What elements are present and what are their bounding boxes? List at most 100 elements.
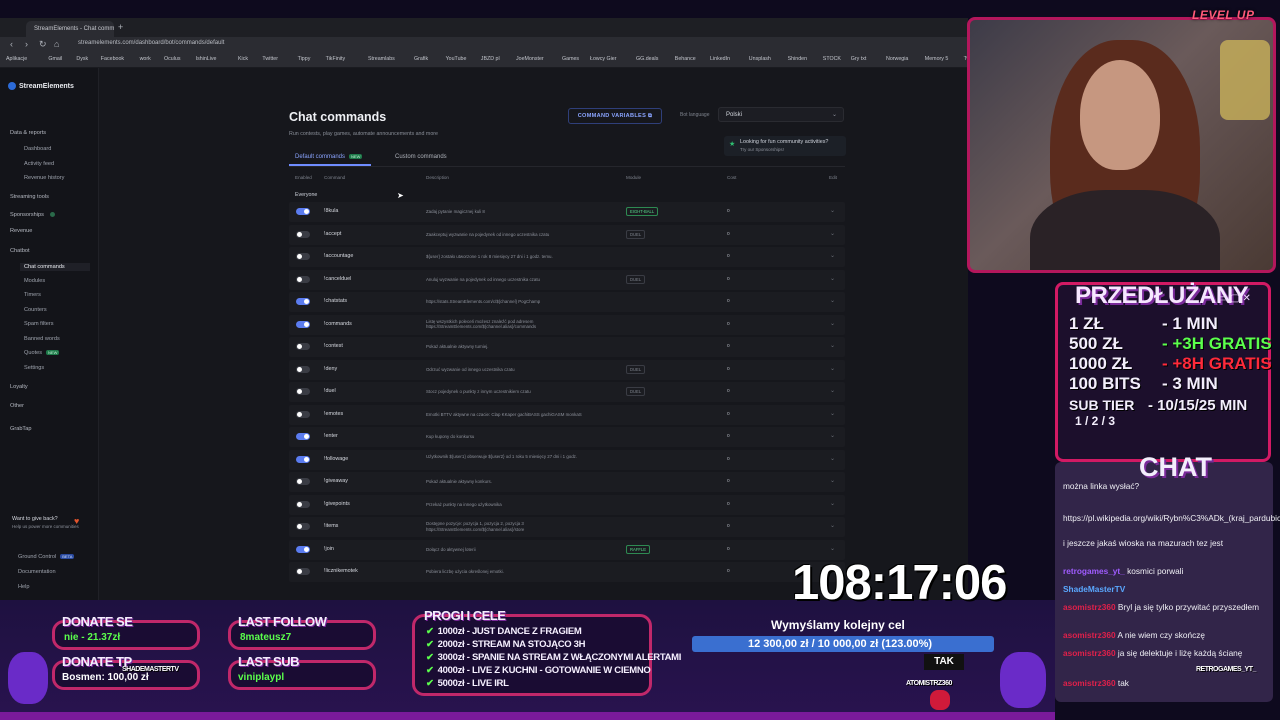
bookmark-item[interactable]: Gry txt [851,56,867,62]
command-row[interactable]: !join Dołącz do aktywnej loterii RAFFLE 0 ⌄ [289,539,845,560]
sidebar-item-chatbot[interactable]: Chatbot [10,248,30,254]
command-row[interactable]: !commands Listę wszystkich poleceń możesz… [289,314,845,335]
bookmark-item[interactable]: TikFinity [326,56,346,62]
column-command[interactable]: Command [324,175,345,180]
chevron-down-icon[interactable]: ⌄ [830,297,835,304]
chevron-down-icon[interactable]: ⌄ [830,365,835,372]
bookmark-item[interactable]: Twitter [262,56,278,62]
enabled-toggle[interactable] [296,253,310,260]
sidebar-item-revenue[interactable]: Revenue [10,228,32,234]
sponsorship-banner[interactable]: ★ Looking for fun community activities? … [724,136,846,156]
sidebar-item-chat-commands[interactable]: Chat commands [20,263,90,271]
sidebar-item-banned-words[interactable]: Banned words [24,336,60,342]
sidebar-item-counters[interactable]: Counters [24,307,47,313]
sidebar-item-activity-feed[interactable]: Activity feed [24,161,54,167]
chevron-down-icon[interactable]: ⌄ [830,522,835,529]
sidebar-item-streaming-tools[interactable]: Streaming tools [10,194,49,200]
command-variables-button[interactable]: COMMAND VARIABLES ⧉ [568,108,662,124]
command-row[interactable]: !items Dostępne pozycje: pozycja 1, pozyc… [289,517,845,537]
url-input[interactable]: streamelements.com/dashboard/bot/command… [78,40,224,46]
sidebar-item-settings[interactable]: Settings [24,365,44,371]
bookmark-item[interactable]: Kick [238,56,248,62]
bookmark-item[interactable]: work [140,56,151,62]
sidebar-item-quotes[interactable]: Quotes NEW [24,350,60,356]
enabled-toggle[interactable] [296,545,310,553]
bookmark-item[interactable]: Shinden [788,56,807,62]
bookmark-item[interactable]: Gmail [48,56,62,62]
enabled-toggle[interactable] [296,275,310,283]
chevron-down-icon[interactable]: ⌄ [830,432,835,439]
chevron-down-icon[interactable]: ⌄ [830,410,835,417]
bookmark-item[interactable]: Tippy [298,56,311,62]
chevron-down-icon[interactable]: ⌄ [830,545,835,552]
bookmark-item[interactable]: YouTube [446,56,467,62]
command-row[interactable]: !emotes Emotki BTTV aktywne na czacie: Cl… [289,404,845,425]
enabled-toggle[interactable] [296,365,310,373]
new-tab-button[interactable]: + [118,22,123,32]
command-row[interactable]: !8kula Zadaj pytanie magicznej kuli 8 EIGH… [289,202,845,222]
sidebar-item-other[interactable]: Other [10,403,24,409]
enabled-toggle[interactable] [296,298,310,305]
bot-language-select[interactable]: Polski ⌄ [718,107,844,122]
bookmark-item[interactable]: STOCK [823,56,841,62]
command-row[interactable]: !duel Stocz pojedynek o punkty z innym uc… [289,382,845,402]
chevron-down-icon[interactable]: ⌄ [830,387,835,394]
reload-icon[interactable]: ↻ [39,39,47,50]
home-icon[interactable]: ⌂ [54,39,59,49]
chevron-down-icon[interactable]: ⌄ [830,252,835,259]
sidebar-item-data-reports[interactable]: Data & reports [10,130,46,136]
bookmark-item[interactable]: Behance [675,56,696,62]
command-row[interactable]: !accountage ${user} zostało utworzone 1 r… [289,247,845,267]
tab-default-commands[interactable]: Default commands NEW [295,154,363,160]
chevron-down-icon[interactable]: ⌄ [830,500,835,507]
forward-icon[interactable]: › [25,39,28,49]
chevron-down-icon[interactable]: ⌄ [830,320,835,327]
bookmark-item[interactable]: Oculus [164,56,181,62]
bookmark-item[interactable]: IshinLive [196,56,217,62]
enabled-toggle[interactable] [296,433,310,440]
command-row[interactable]: !cancelduel Anuluj wyzwanie na pojedynek … [289,269,845,290]
tab-custom-commands[interactable]: Custom commands [395,154,447,160]
command-row[interactable]: !followage Użytkownik ${user1} obserwuje … [289,449,845,470]
bookmark-item[interactable]: GG.deals [636,56,658,62]
enabled-toggle[interactable] [296,568,310,575]
bookmark-item[interactable]: Grafik [414,56,428,62]
bookmark-item[interactable]: LinkedIn [710,56,730,62]
command-row[interactable]: !giveaway Pokaż aktualnie aktywny konkurs… [289,472,845,492]
enabled-toggle[interactable] [296,523,310,530]
command-row[interactable]: !givepoints Przekaż punkty na innego użyt… [289,494,845,515]
enabled-toggle[interactable] [296,230,310,238]
chevron-down-icon[interactable]: ⌄ [830,207,835,214]
bookmark-item[interactable]: Streamlabs [368,56,395,62]
bookmark-item[interactable]: JoeMonster [516,56,544,62]
command-row[interactable]: !contest Pokaż aktualnie aktywny turniej.… [289,337,845,357]
sidebar-item-documentation[interactable]: Documentation [18,569,56,575]
chevron-down-icon[interactable]: ⌄ [830,230,835,237]
bookmark-item[interactable]: Games [562,56,579,62]
enabled-toggle[interactable] [296,455,310,463]
bookmark-item[interactable]: Unsplash [749,56,771,62]
bookmark-item[interactable]: Aplikacje [6,56,27,62]
bookmark-item[interactable]: Memory 5 [925,56,949,62]
enabled-toggle[interactable] [296,500,310,508]
enabled-toggle[interactable] [296,478,310,485]
bookmark-item[interactable]: Łowcy Gier [590,56,617,62]
command-row[interactable]: !licznikemotek Pobiera liczbę użycia okre… [289,562,845,582]
enabled-toggle[interactable] [296,208,310,215]
sidebar-item-ground-control[interactable]: Ground Control BETA [18,554,75,560]
command-row[interactable]: !chatstats https://stats.StreamElements.c… [289,292,845,312]
command-row[interactable]: !accept Zaakceptuj wyzwanie na pojedynek … [289,224,845,245]
chevron-down-icon[interactable]: ⌄ [830,342,835,349]
bookmark-item[interactable]: JBZD pl [481,56,500,62]
command-row[interactable]: !enter Kup kupony do konkursu 0 ⌄ [289,427,845,447]
enabled-toggle[interactable] [296,343,310,350]
sidebar-item-timers[interactable]: Timers [24,292,41,298]
sidebar-item-spam-filters[interactable]: Spam filters [24,321,54,327]
sidebar-item-grabtap[interactable]: GrabTap [10,426,31,432]
sidebar-item-loyalty[interactable]: Loyalty [10,384,28,390]
sidebar-item-sponsorships[interactable]: Sponsorships [10,212,55,218]
enabled-toggle[interactable] [296,388,310,395]
chevron-down-icon[interactable]: ⌄ [830,455,835,462]
sidebar-item-modules[interactable]: Modules [24,278,45,284]
bookmark-item[interactable]: Dysk [76,56,88,62]
